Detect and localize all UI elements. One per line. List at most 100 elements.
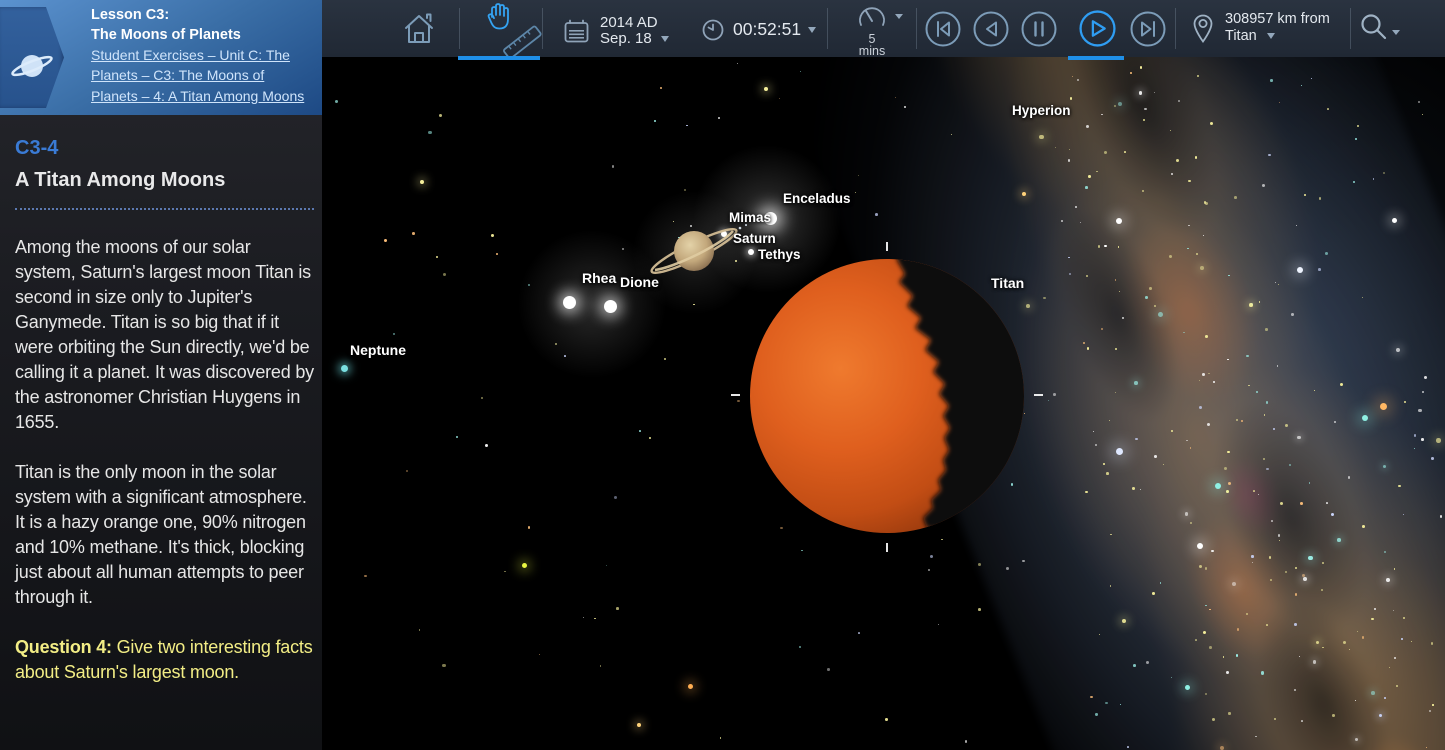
star <box>1127 746 1129 748</box>
star <box>1149 287 1152 290</box>
step-back-button[interactable] <box>972 10 1010 48</box>
star <box>1104 151 1107 154</box>
star <box>1297 267 1303 273</box>
star <box>1268 154 1270 156</box>
star <box>1421 438 1424 441</box>
star <box>1085 491 1087 493</box>
scene-label-dione[interactable]: Dione <box>620 274 659 290</box>
titan-moon[interactable] <box>747 256 1029 538</box>
star <box>1373 178 1374 179</box>
star <box>1278 534 1281 537</box>
star <box>443 273 446 276</box>
star <box>485 444 488 447</box>
fov-tick-bottom <box>886 543 888 552</box>
date-control[interactable]: 2014 AD Sep. 18 <box>563 15 669 50</box>
star <box>1152 592 1155 595</box>
star <box>639 430 641 432</box>
scene-label-titan[interactable]: Titan <box>991 275 1024 291</box>
star <box>1371 691 1375 695</box>
star <box>1213 381 1215 383</box>
star <box>1326 502 1328 504</box>
scene-label-enceladus[interactable]: Enceladus <box>783 191 851 206</box>
lesson-paragraph-2: Titan is the only moon in the solar syst… <box>15 460 314 610</box>
star <box>1188 180 1191 183</box>
location-control[interactable]: 308957 km from Titan <box>1191 11 1330 50</box>
star <box>1104 245 1106 247</box>
home-button[interactable] <box>402 11 436 52</box>
lesson-body: C3-4 A Titan Among Moons Among the moons… <box>0 115 322 685</box>
planetarium-app: Lesson C3: The Moons of Planets Student … <box>0 0 1445 750</box>
moon-dione[interactable] <box>604 300 617 313</box>
star <box>1414 434 1416 436</box>
star <box>1270 79 1272 81</box>
skip-to-start-button[interactable] <box>924 10 962 48</box>
star <box>1279 540 1280 541</box>
breadcrumb-link-line2[interactable]: Planets – C3: The Moons of <box>91 65 322 85</box>
star <box>801 550 803 552</box>
star <box>1088 175 1091 178</box>
sky-viewport[interactable]: Hyperion Enceladus Mimas SaturnTethys RheaDi… <box>322 57 1445 750</box>
star <box>522 563 527 568</box>
planet-neptune[interactable] <box>341 365 348 372</box>
star <box>1261 671 1264 674</box>
location-line1: 308957 km from <box>1225 11 1330 28</box>
breadcrumb-link-line1[interactable]: Student Exercises – Unit C: The <box>91 45 322 65</box>
skip-to-start-icon <box>924 10 962 48</box>
star <box>928 569 930 571</box>
scene-label-saturn[interactable]: Saturn <box>733 231 776 246</box>
star <box>1209 646 1212 649</box>
play-button[interactable] <box>1078 9 1117 48</box>
star <box>1185 512 1189 516</box>
search-button[interactable] <box>1358 11 1390 48</box>
star <box>1171 677 1172 678</box>
scene-label-rhea[interactable]: Rhea <box>582 270 616 286</box>
saturn-logo-icon <box>8 43 56 92</box>
time-value: 00:52:51 <box>733 16 801 42</box>
star <box>800 71 801 72</box>
star <box>1431 642 1434 645</box>
section-title: A Titan Among Moons <box>15 169 314 210</box>
star <box>1253 490 1255 492</box>
scene-label-mimas[interactable]: Mimas <box>729 210 771 225</box>
lesson-header: Lesson C3: The Moons of Planets Student … <box>0 0 322 115</box>
time-step-control[interactable]: 5 mins <box>849 4 895 58</box>
breadcrumb: Student Exercises – Unit C: The Planets … <box>91 45 322 106</box>
search-icon <box>1358 30 1390 47</box>
star <box>1301 720 1303 722</box>
star <box>688 684 693 689</box>
toolbar-separator <box>916 8 917 49</box>
toolbar-separator <box>1350 8 1351 49</box>
star <box>1053 393 1056 396</box>
skip-to-end-button[interactable] <box>1129 10 1167 48</box>
star <box>614 496 617 499</box>
star <box>1211 550 1214 553</box>
star <box>393 333 394 334</box>
star <box>1083 342 1085 344</box>
star <box>583 617 584 618</box>
scene-label-neptune[interactable]: Neptune <box>350 342 406 358</box>
star <box>1340 383 1343 386</box>
star <box>858 632 860 634</box>
star <box>406 470 409 473</box>
star <box>1309 482 1310 483</box>
star <box>1039 135 1043 139</box>
star <box>1140 66 1143 69</box>
time-control[interactable]: 00:52:51 <box>701 16 816 47</box>
breadcrumb-link-line3[interactable]: Planets – 4: A Titan Among Moons <box>91 86 322 106</box>
star <box>904 106 906 108</box>
moon-rhea[interactable] <box>563 296 576 309</box>
star <box>496 253 498 255</box>
star <box>1077 79 1078 80</box>
pause-button[interactable] <box>1020 10 1058 48</box>
play-active-underline <box>1068 56 1124 60</box>
star <box>1256 391 1257 392</box>
fov-tick-top <box>886 242 888 251</box>
scene-label-tethys[interactable]: Tethys <box>758 247 801 262</box>
star <box>616 607 619 610</box>
date-year: 2014 AD <box>600 15 669 31</box>
star <box>664 358 665 359</box>
scene-label-hyperion[interactable]: Hyperion <box>1012 103 1071 118</box>
star <box>718 117 720 119</box>
star <box>606 565 607 566</box>
star <box>1090 696 1092 698</box>
